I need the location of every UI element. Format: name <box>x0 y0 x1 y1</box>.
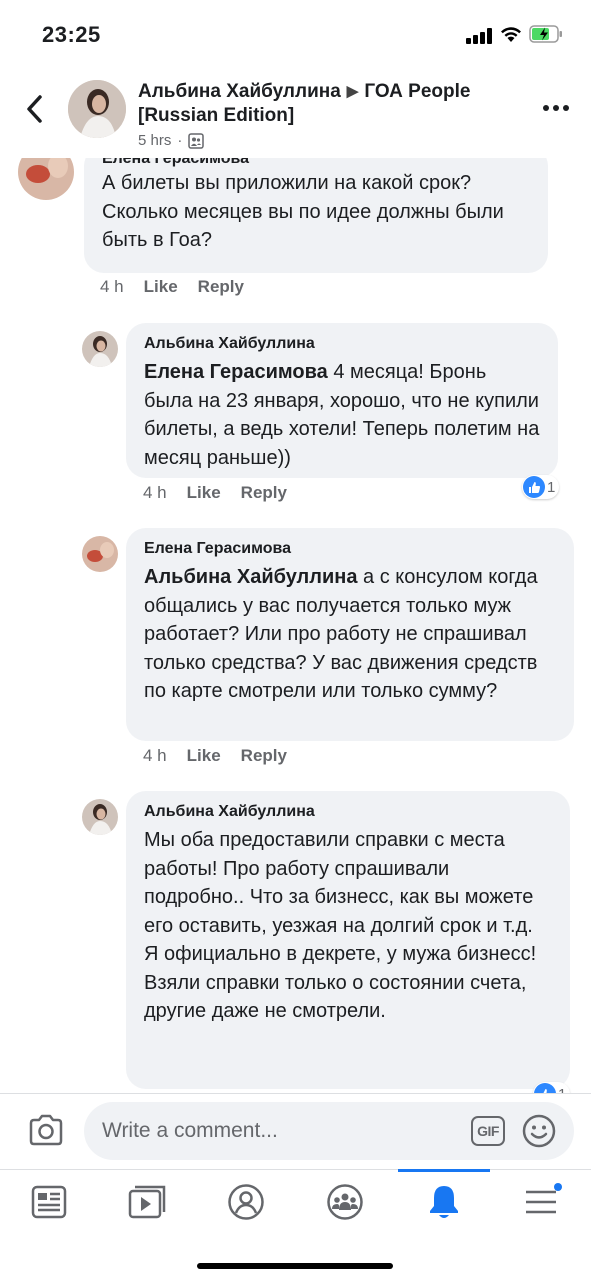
header-author[interactable]: Альбина Хайбуллина <box>138 81 341 102</box>
comment-text: Альбина Хайбуллина а с консулом когда об… <box>144 563 556 706</box>
home-indicator[interactable] <box>197 1263 393 1269</box>
comment-time: 4 h <box>143 483 167 502</box>
like-button[interactable]: Like <box>144 277 178 297</box>
like-button[interactable]: Like <box>187 746 221 766</box>
back-arrow-icon[interactable] <box>20 92 50 126</box>
bell-icon <box>430 1186 458 1218</box>
author-avatar[interactable] <box>68 80 126 138</box>
profile-icon <box>228 1184 264 1220</box>
active-tab-indicator <box>398 1169 490 1172</box>
comment-author[interactable]: Елена Герасимова <box>144 538 556 560</box>
comment-composer: GIF <box>0 1093 591 1169</box>
mention-link[interactable]: Елена Герасимова <box>144 361 328 383</box>
watch-video-icon <box>128 1185 166 1219</box>
commenter-avatar[interactable] <box>18 158 74 200</box>
tab-news-feed[interactable] <box>27 1182 71 1222</box>
wifi-icon <box>501 27 521 42</box>
emoji-icon[interactable] <box>522 1114 556 1148</box>
comment-time: 4 h <box>100 277 124 296</box>
mention-link[interactable]: Альбина Хайбуллина <box>144 566 357 588</box>
reply-button[interactable]: Reply <box>241 746 287 766</box>
comment-author[interactable]: Альбина Хайбуллина <box>144 333 540 355</box>
status-bar: 23:25 <box>0 0 591 70</box>
like-reaction-icon <box>534 1083 556 1093</box>
tab-menu[interactable] <box>520 1182 564 1222</box>
like-reaction-icon <box>523 476 545 498</box>
tab-watch[interactable] <box>125 1182 169 1222</box>
group-members-icon <box>188 132 205 149</box>
comment-author[interactable]: Альбина Хайбуллина <box>144 801 552 823</box>
camera-icon[interactable] <box>28 1114 64 1146</box>
comment-bubble[interactable]: Альбина Хайбуллина Елена Герасимова 4 ме… <box>126 323 558 478</box>
comment-text: Елена Герасимова 4 месяца! Бронь была на… <box>144 358 540 472</box>
tab-notifications[interactable] <box>422 1182 466 1222</box>
bottom-tab-bar <box>0 1169 591 1280</box>
comment-actions: 4 h Like Reply <box>100 277 244 297</box>
comment-text: Мы оба предоставили справки с места рабо… <box>144 829 537 1022</box>
comment-bubble[interactable]: Елена Герасимова Альбина Хайбуллина а с … <box>126 528 574 741</box>
commenter-avatar[interactable] <box>82 331 118 367</box>
more-options-icon[interactable] <box>543 98 569 118</box>
gif-button[interactable]: GIF <box>471 1116 505 1146</box>
reaction-summary[interactable]: 1 <box>533 1082 571 1094</box>
post-title[interactable]: Альбина Хайбуллина ▶ ГОА People [Russian E… <box>138 80 518 128</box>
cellular-signal-icon <box>466 28 494 44</box>
comment-actions: 4 h Like Reply <box>143 746 287 766</box>
like-button[interactable]: Like <box>187 483 221 503</box>
battery-charging-icon <box>529 25 562 43</box>
meta-dot: · <box>177 132 183 149</box>
reaction-count: 1 <box>558 1086 566 1094</box>
triangle-right-icon: ▶ <box>346 83 359 100</box>
reply-button[interactable]: Reply <box>241 483 287 503</box>
comment-bubble[interactable]: Елена Герасимова А билеты вы приложили н… <box>84 158 548 273</box>
post-time: 5 hrs <box>138 132 172 149</box>
tab-groups[interactable] <box>323 1182 367 1222</box>
comment-time: 4 h <box>143 746 167 765</box>
reply-button[interactable]: Reply <box>198 277 244 297</box>
status-time: 23:25 <box>42 22 101 47</box>
menu-hamburger-icon <box>526 1183 562 1214</box>
comment-bubble[interactable]: Альбина Хайбуллина Мы оба предоставили с… <box>126 791 570 1089</box>
reaction-count: 1 <box>547 478 556 496</box>
comment-actions: 4 h Like Reply <box>143 483 287 503</box>
comment-text: А билеты вы приложили на какой срок? Ско… <box>102 172 504 251</box>
news-feed-icon <box>31 1185 67 1219</box>
reaction-summary[interactable]: 1 <box>522 475 560 499</box>
comments-list: Елена Герасимова А билеты вы приложили н… <box>0 158 591 1093</box>
commenter-avatar[interactable] <box>82 799 118 835</box>
tab-profile[interactable] <box>224 1182 268 1222</box>
post-header: Альбина Хайбуллина ▶ ГОА People [Russian E… <box>0 70 591 158</box>
groups-icon <box>327 1184 363 1220</box>
commenter-avatar[interactable] <box>82 536 118 572</box>
post-meta: 5 hrs · <box>138 132 205 149</box>
